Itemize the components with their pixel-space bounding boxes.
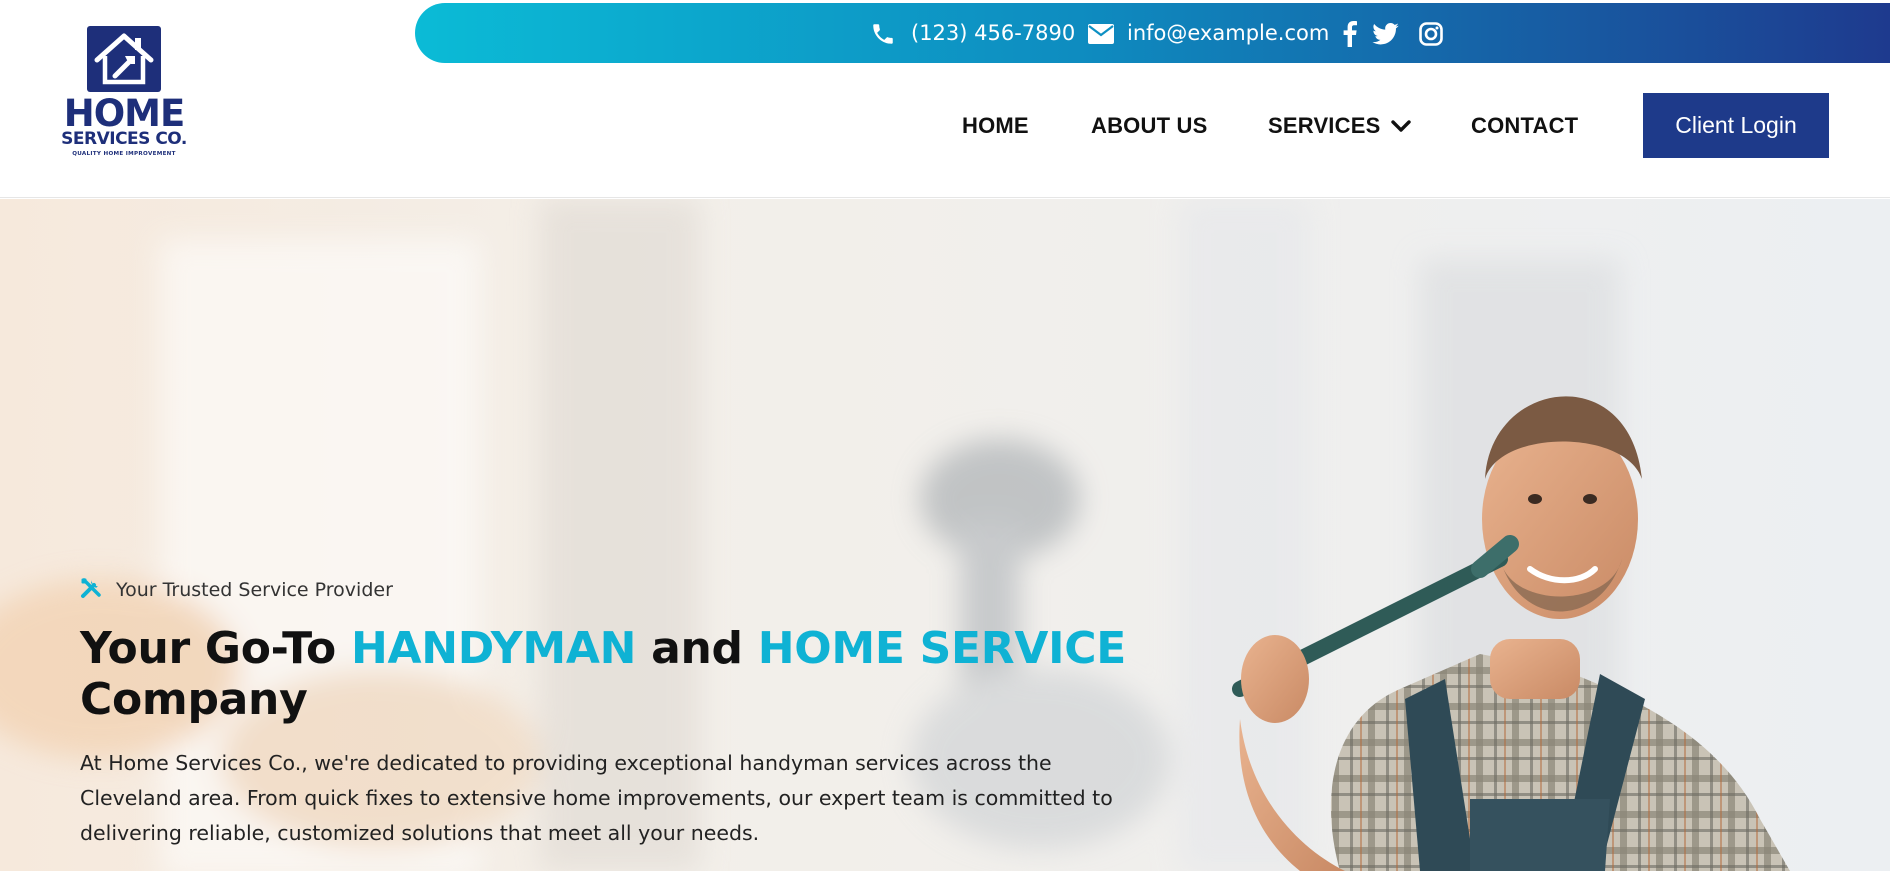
house-logo-icon [87,26,161,92]
facebook-icon[interactable] [1343,21,1357,47]
headline-part-2: and [636,623,758,674]
nav-services[interactable]: SERVICES [1268,110,1380,142]
brand-subtitle: SERVICES CO. [61,129,187,149]
nav-contact[interactable]: CONTACT [1471,110,1578,142]
headline-accent-home-service: HOME SERVICE [757,623,1126,674]
instagram-icon[interactable] [1419,22,1443,46]
email-link[interactable]: info@example.com [1127,3,1329,63]
hero-description: At Home Services Co., we're dedicated to… [80,751,1113,845]
envelope-icon [1088,22,1114,46]
twitter-icon[interactable] [1372,22,1399,46]
nav-about-us[interactable]: ABOUT US [1091,110,1208,142]
brand-tagline: QUALITY HOME IMPROVEMENT [72,151,176,157]
brand-logo[interactable]: HOME SERVICES CO. QUALITY HOME IMPROVEME… [58,22,190,162]
contact-bar: (123) 456-7890 info@example.com [415,3,1890,63]
phone-icon [870,21,896,47]
hero-headline: Your Go-To HANDYMAN and HOME SERVICE Comp… [80,623,1140,725]
headline-part-1: Your Go-To [80,623,351,674]
headline-accent-handyman: HANDYMAN [350,623,637,674]
tools-icon [80,577,102,604]
brand-name: HOME [63,92,186,135]
phone-link[interactable]: (123) 456-7890 [911,3,1075,63]
hero-section: Your Trusted Service Provider Your Go-To… [0,199,1890,871]
headline-part-3: Company [80,674,308,725]
hero-eyebrow: Your Trusted Service Provider [80,577,393,604]
client-login-button[interactable]: Client Login [1643,93,1829,158]
nav-home[interactable]: HOME [962,110,1029,142]
chevron-down-icon[interactable] [1391,117,1411,135]
site-header: HOME SERVICES CO. QUALITY HOME IMPROVEME… [0,0,1890,198]
eyebrow-text: Your Trusted Service Provider [116,579,393,601]
